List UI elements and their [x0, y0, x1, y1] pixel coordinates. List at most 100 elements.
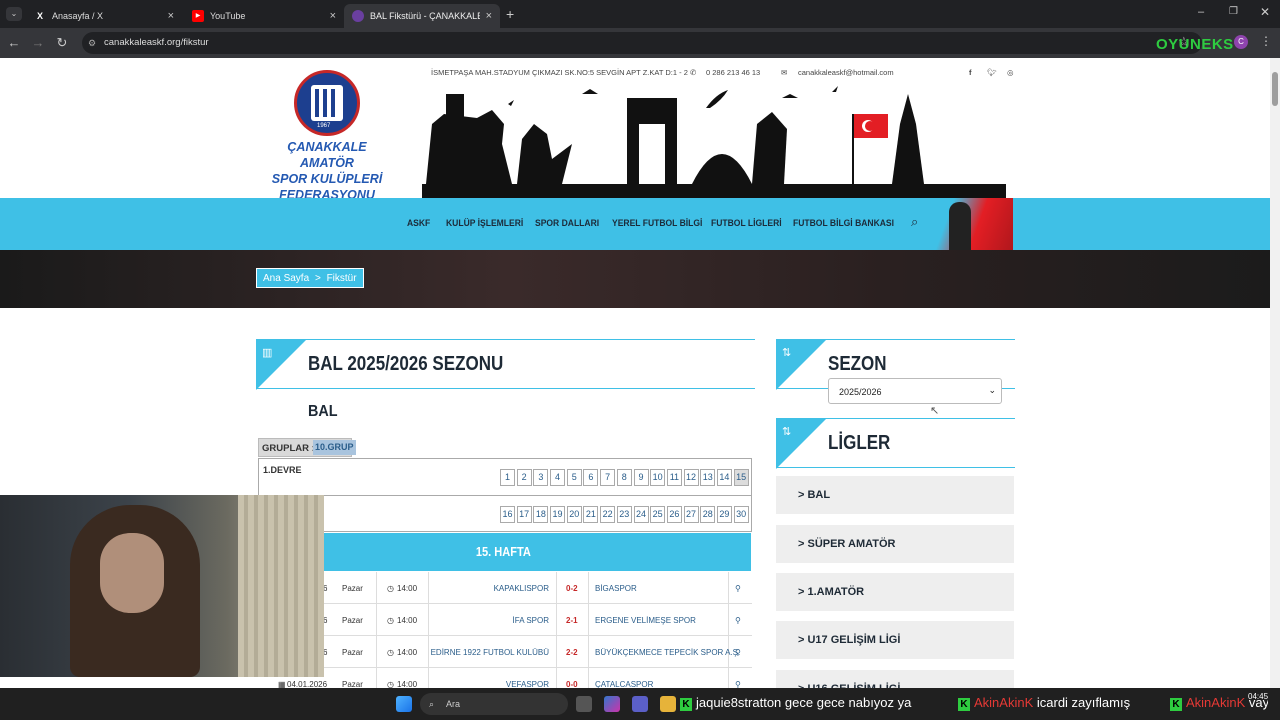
away-team[interactable]: BÜYÜKÇEKMECE TEPECİK SPOR A.Ş.	[595, 648, 740, 657]
week-button-3[interactable]: 3	[533, 469, 549, 486]
breadcrumb-home[interactable]: Ana Sayfa	[263, 273, 309, 284]
home-team[interactable]: İFA SPOR	[513, 616, 549, 625]
week-button-14[interactable]: 14	[716, 469, 732, 486]
file-explorer-icon[interactable]	[660, 696, 676, 712]
league-item-u16[interactable]: > U16 GELİŞİM LİGİ	[776, 670, 1014, 688]
chevron-down-icon: ⌄	[988, 385, 996, 395]
week-button-12[interactable]: 12	[683, 469, 699, 486]
task-view-icon[interactable]	[576, 696, 592, 712]
facebook-icon[interactable]: f	[969, 68, 972, 77]
reload-icon[interactable]: ↻	[54, 35, 70, 51]
close-tab-icon[interactable]: ×	[486, 10, 492, 22]
week-button-4[interactable]: 4	[550, 469, 566, 486]
nav-spor-dallari[interactable]: SPOR DALLARI	[535, 218, 599, 229]
nav-futbol-bilgi-bankasi[interactable]: FUTBOL BİLGİ BANKASI	[793, 218, 894, 229]
week-button-18[interactable]: 18	[533, 506, 549, 523]
close-tab-icon[interactable]: ×	[330, 10, 336, 22]
taskbar-search[interactable]: ⌕ Ara	[420, 693, 568, 715]
week-button-26[interactable]: 26	[666, 506, 682, 523]
browser-tab-x[interactable]: X Anasayfa / X ×	[26, 4, 182, 28]
home-team[interactable]: VEFASPOR	[506, 680, 549, 688]
tab-list-chevron-icon[interactable]: ⌄	[6, 7, 22, 21]
home-team[interactable]: KAPAKLISPOR	[494, 584, 549, 593]
email-text[interactable]: canakkaleaskf@hotmail.com	[798, 68, 894, 77]
match-row[interactable]: ▦ 04.01.2026 Pazar ◷ 14:00 VEFASPOR 0-0 …	[256, 668, 752, 688]
match-score[interactable]: 0-2	[566, 584, 578, 593]
week-button-21[interactable]: 21	[583, 506, 599, 523]
copilot-icon[interactable]	[604, 696, 620, 712]
instagram-icon[interactable]: ◎	[1007, 68, 1014, 77]
league-item-u17[interactable]: > U17 GELİŞİM LİGİ	[776, 621, 1014, 659]
clock-time[interactable]: 04:45	[1248, 692, 1268, 701]
away-team[interactable]: ÇATALCASPOR	[595, 680, 653, 688]
match-score[interactable]: 0-0	[566, 680, 578, 688]
week-button-19[interactable]: 19	[550, 506, 566, 523]
site-info-icon[interactable]: ⚙	[88, 32, 96, 54]
week-button-20[interactable]: 20	[566, 506, 582, 523]
match-score[interactable]: 2-1	[566, 616, 578, 625]
teams-icon[interactable]	[632, 696, 648, 712]
group-tab-10[interactable]: 10.GRUP	[313, 440, 356, 455]
webcam-overlay	[0, 495, 324, 677]
windows-start-icon[interactable]	[396, 696, 412, 712]
nav-kulup-islemleri[interactable]: KULÜP İŞLEMLERİ	[446, 218, 523, 229]
nav-askf[interactable]: ASKF	[407, 218, 430, 229]
season-select[interactable]: 2025/2026 ⌄	[828, 378, 1002, 404]
url-input[interactable]: ⚙ canakkaleaskf.org/fikstur	[82, 32, 1202, 54]
week-button-9[interactable]: 9	[633, 469, 649, 486]
league-item-bal[interactable]: > BAL	[776, 476, 1014, 514]
away-team[interactable]: ERGENE VELİMEŞE SPOR	[595, 616, 696, 625]
location-pin-icon[interactable]: ⚲	[735, 584, 741, 593]
restore-icon[interactable]: ❐	[1229, 6, 1238, 17]
location-pin-icon[interactable]: ⚲	[735, 616, 741, 625]
twitter-icon[interactable]: 🐦︎	[987, 68, 997, 77]
week-button-10[interactable]: 10	[650, 469, 666, 486]
search-icon[interactable]: ⌕	[911, 214, 918, 230]
week-button-11[interactable]: 11	[666, 469, 682, 486]
browser-tab-youtube[interactable]: ▶ YouTube ×	[184, 4, 344, 28]
week-button-5[interactable]: 5	[566, 469, 582, 486]
league-item-super-amator[interactable]: > SÜPER AMATÖR	[776, 525, 1014, 563]
week-button-15[interactable]: 15	[733, 469, 749, 486]
week-button-22[interactable]: 22	[600, 506, 616, 523]
week-button-27[interactable]: 27	[683, 506, 699, 523]
week-button-8[interactable]: 8	[616, 469, 632, 486]
week-button-1[interactable]: 1	[500, 469, 515, 486]
match-row[interactable]: 6 Pazar ◷ 14:00 İFA SPOR 2-1 ERGENE VELİ…	[256, 604, 752, 636]
week-button-24[interactable]: 24	[633, 506, 649, 523]
new-tab-icon[interactable]: +	[506, 6, 514, 22]
profile-avatar[interactable]: C	[1234, 35, 1248, 49]
phone-text[interactable]: 0 286 213 46 13	[706, 68, 760, 77]
match-row[interactable]: 6 Pazar ◷ 14:00 EDİRNE 1922 FUTBOL KULÜB…	[256, 636, 752, 668]
week-button-25[interactable]: 25	[650, 506, 666, 523]
nav-futbol-ligleri[interactable]: FUTBOL LİGLERİ	[711, 218, 782, 229]
week-button-16[interactable]: 16	[500, 506, 515, 523]
minimize-icon[interactable]: –	[1198, 6, 1204, 18]
forward-icon[interactable]: →	[30, 35, 46, 50]
menu-dots-icon[interactable]: ⋮	[1260, 34, 1272, 48]
week-button-28[interactable]: 28	[700, 506, 716, 523]
week-button-6[interactable]: 6	[583, 469, 599, 486]
close-window-icon[interactable]: ✕	[1260, 5, 1270, 19]
match-row[interactable]: 6 Pazar ◷ 14:00 KAPAKLISPOR 0-2 BİGASPOR…	[256, 572, 752, 604]
week-button-7[interactable]: 7	[600, 469, 616, 486]
close-tab-icon[interactable]: ×	[168, 10, 174, 22]
location-pin-icon[interactable]: ⚲	[735, 648, 741, 657]
week-button-29[interactable]: 29	[716, 506, 732, 523]
match-score[interactable]: 2-2	[566, 648, 578, 657]
home-team[interactable]: EDİRNE 1922 FUTBOL KULÜBÜ	[431, 648, 549, 657]
browser-tab-active[interactable]: BAL Fikstürü - ÇANAKKALE ASK ×	[344, 4, 500, 28]
page-scrollbar[interactable]	[1270, 58, 1280, 688]
back-icon[interactable]: ←	[6, 35, 22, 50]
week-button-2[interactable]: 2	[516, 469, 532, 486]
week-button-30[interactable]: 30	[733, 506, 749, 523]
week-button-23[interactable]: 23	[616, 506, 632, 523]
location-pin-icon[interactable]: ⚲	[735, 680, 741, 688]
away-team[interactable]: BİGASPOR	[595, 584, 637, 593]
week-button-17[interactable]: 17	[516, 506, 532, 523]
week-button-13[interactable]: 13	[700, 469, 716, 486]
federation-logo[interactable]: 1967	[294, 70, 360, 136]
scrollbar-thumb[interactable]	[1272, 72, 1278, 106]
league-item-1-amator[interactable]: > 1.AMATÖR	[776, 573, 1014, 611]
nav-yerel-futbol-bilgi[interactable]: YEREL FUTBOL BİLGİ	[612, 218, 702, 229]
